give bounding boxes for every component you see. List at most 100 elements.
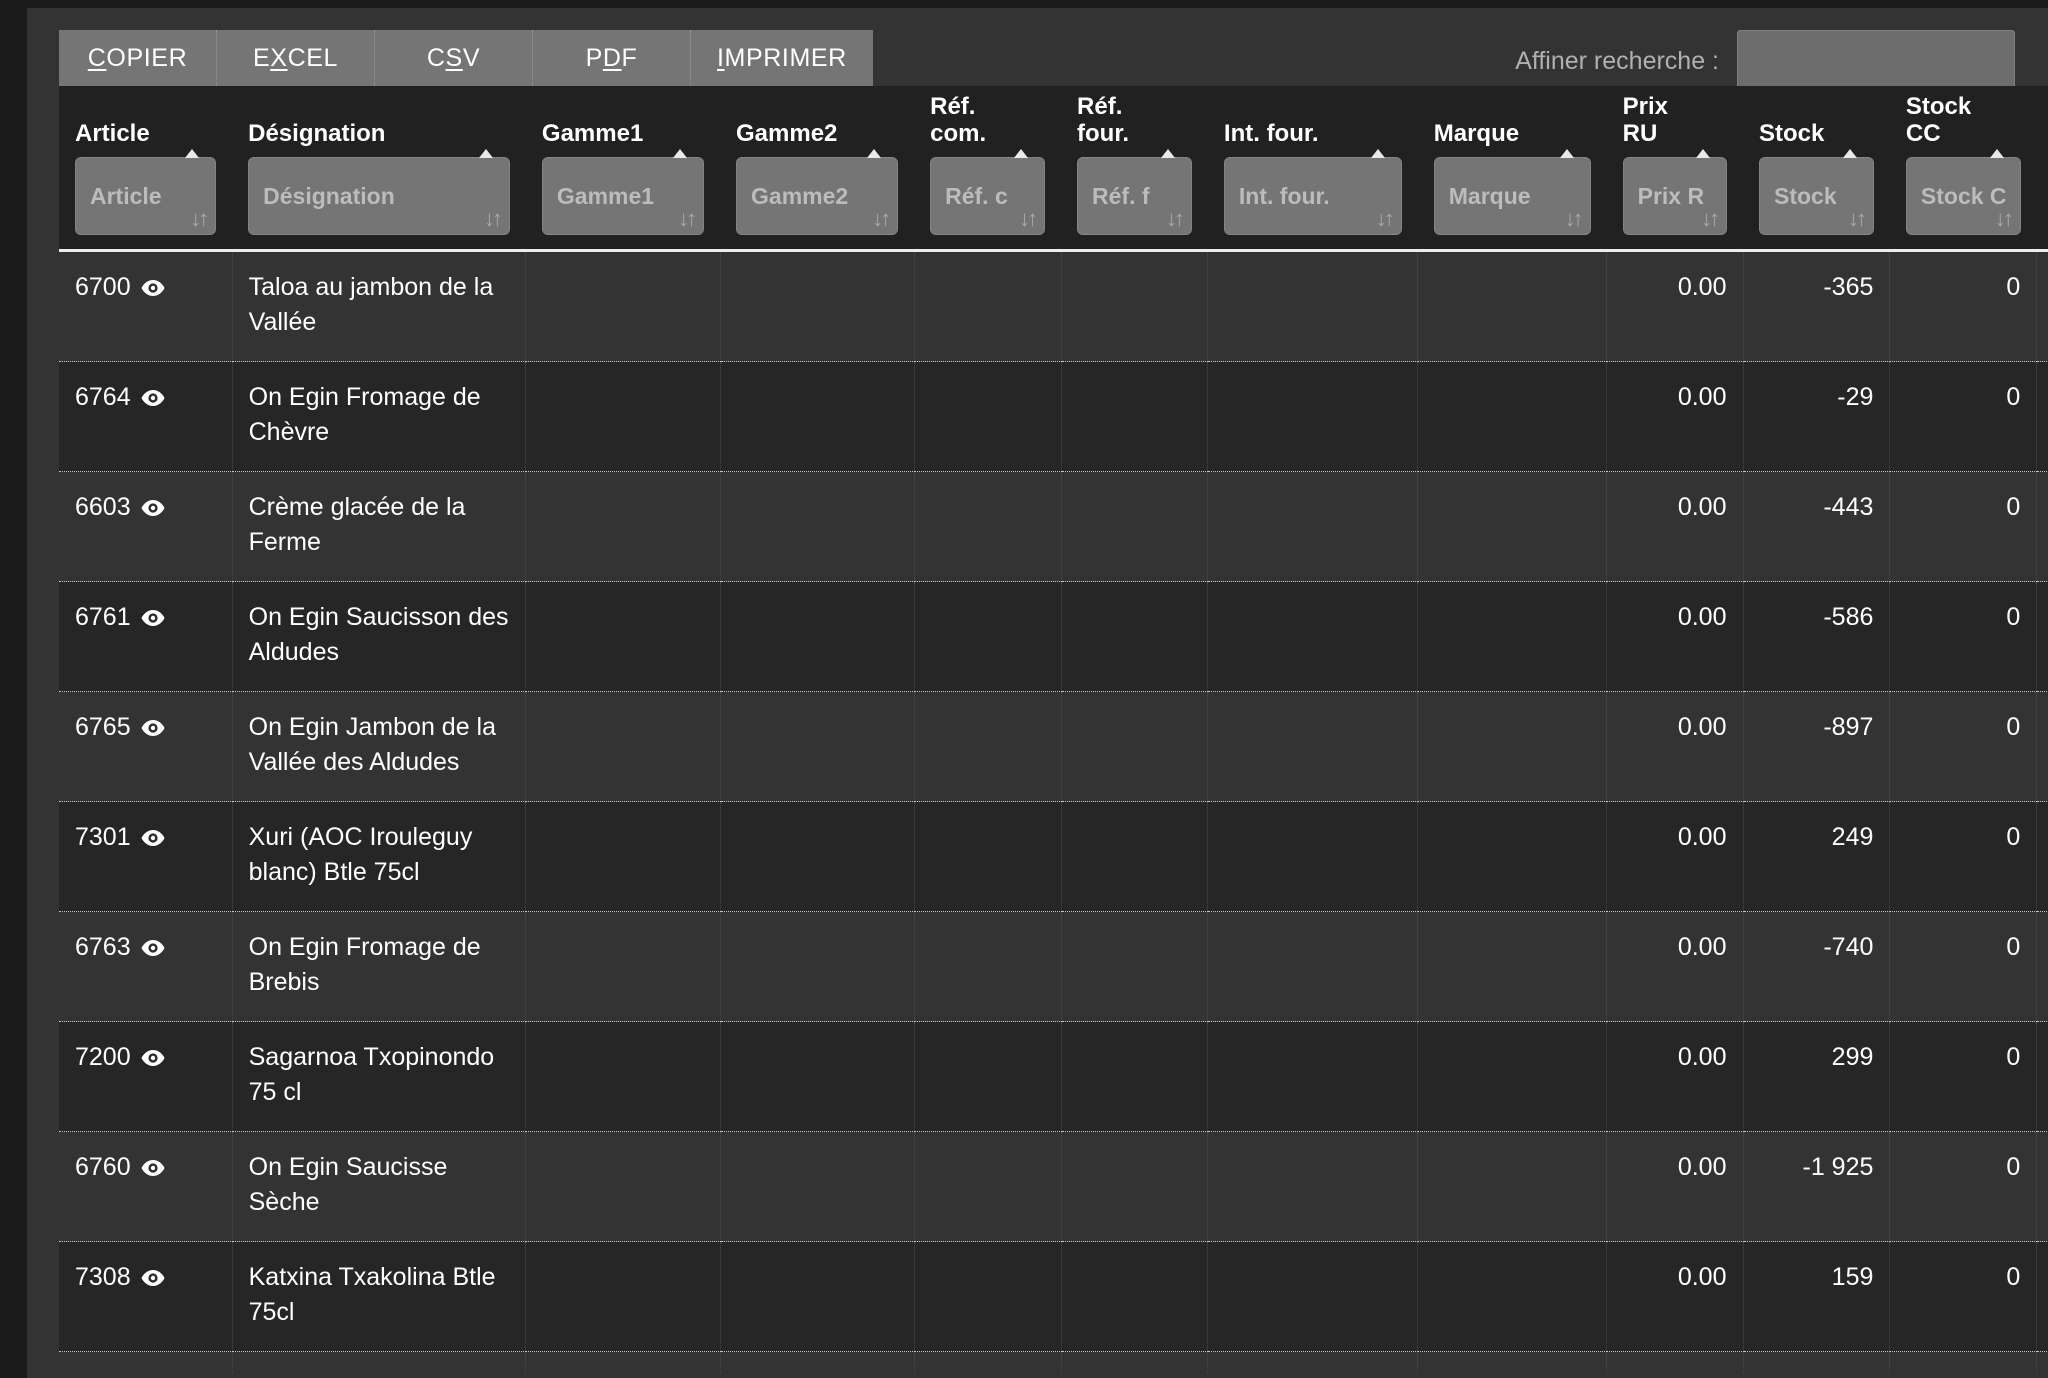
filter-notch-icon: [1989, 149, 2004, 158]
cell-stock_pl: [2036, 1021, 2048, 1132]
table-row[interactable]: 6765 On Egin Jambon de la Vallée des Aldu…: [59, 691, 2048, 802]
sort-updown-icon[interactable]: ↓↑: [1376, 208, 1395, 230]
filter-notch-icon: [867, 149, 882, 158]
column-filter-placeholder: Désignation: [263, 182, 395, 209]
column-filter-placeholder: Article: [90, 182, 162, 209]
column-header-stock[interactable]: Stock Stock ↓↑: [1743, 86, 1890, 252]
filter-notch-icon: [1559, 149, 1574, 158]
column-header-réf-com[interactable]: Réf. com. Réf. c ↓↑: [914, 86, 1062, 252]
cell-stock_pl: [2036, 801, 2048, 912]
cell-designation: On Egin Jambon de la Vallée des Aldudes: [232, 691, 527, 802]
cell-int_four: [1207, 1131, 1419, 1242]
eye-icon[interactable]: [140, 719, 166, 737]
cell-marque: [1417, 691, 1608, 802]
cell-stock_cc: 0: [1889, 1351, 2038, 1374]
column-filter-4[interactable]: Réf. c ↓↑: [930, 149, 1046, 235]
column-header-label: Désignation: [248, 120, 386, 148]
cell-stock: -1 925: [1743, 1131, 1891, 1242]
column-filter-placeholder: Gamme2: [751, 182, 849, 209]
column-filter-8[interactable]: Prix R ↓↑: [1622, 149, 1727, 235]
search-input[interactable]: [1737, 30, 2015, 92]
cell-designation: On Egin Fromage de Brebis: [232, 911, 527, 1022]
column-header-label: Gamme2: [736, 120, 838, 148]
column-filter-9[interactable]: Stock ↓↑: [1759, 149, 1874, 235]
eye-icon[interactable]: [140, 1049, 166, 1067]
cell-stock_cc: 0: [1889, 911, 2038, 1022]
eye-icon[interactable]: [140, 609, 166, 627]
column-header-désignation[interactable]: Désignation Désignation ↓↑: [232, 86, 526, 252]
cell-stock: -740: [1743, 911, 1891, 1022]
column-header-int-four[interactable]: Int. four. Int. four. ↓↑: [1207, 86, 1418, 252]
pdf-button[interactable]: PDF: [533, 30, 691, 86]
table-row[interactable]: 7308 Katxina Txakolina Btle 75cl 0.00 159 0: [59, 1241, 2048, 1352]
imprimer-button[interactable]: IMPRIMER: [691, 30, 873, 86]
column-header-gamme2[interactable]: Gamme2 Gamme2 ↓↑: [720, 86, 915, 252]
table-row[interactable]: 6603 Crème glacée de la Ferme 0.00 -443 0: [59, 471, 2048, 582]
eye-icon[interactable]: [140, 499, 166, 517]
column-filter-placeholder: Réf. f: [1092, 182, 1150, 209]
column-filter-10[interactable]: Stock C ↓↑: [1905, 149, 2021, 235]
cell-stock_pl: [2036, 691, 2048, 802]
eye-icon[interactable]: [140, 939, 166, 957]
sort-updown-icon[interactable]: ↓↑: [1565, 208, 1584, 230]
eye-icon[interactable]: [140, 279, 166, 297]
cell-stock_pl: [2036, 250, 2048, 362]
table-row[interactable]: 6763 On Egin Fromage de Brebis 0.00 -740 0: [59, 911, 2048, 1022]
column-header-réf-four[interactable]: Réf. four. Réf. f ↓↑: [1061, 86, 1208, 252]
eye-icon[interactable]: [140, 1159, 166, 1177]
cell-stock_cc: 0: [1889, 691, 2038, 802]
column-header-stock-cc[interactable]: Stock CC Stock C ↓↑: [1889, 86, 2037, 252]
column-filter-7[interactable]: Marque ↓↑: [1433, 149, 1591, 235]
sort-updown-icon[interactable]: ↓↑: [1701, 208, 1720, 230]
table-row[interactable]: 7301 Xuri (AOC Irouleguy blanc) Btle 75cl…: [59, 801, 2048, 912]
column-header-marque[interactable]: Marque Marque ↓↑: [1417, 86, 1607, 252]
eye-icon[interactable]: [140, 1269, 166, 1287]
table-row[interactable]: 7200 Sagarnoa Txopinondo 75 cl 0.00 299 0: [59, 1021, 2048, 1132]
table-row[interactable]: 6761 On Egin Saucisson des Aldudes 0.00 -58…: [59, 581, 2048, 692]
cell-ref_four: [1061, 911, 1209, 1022]
csv-button[interactable]: CSV: [375, 30, 533, 86]
column-filter-3[interactable]: Gamme2 ↓↑: [736, 149, 899, 235]
sort-updown-icon[interactable]: ↓↑: [1848, 208, 1867, 230]
table-row[interactable]: 6700 Taloa au jambon de la Vallée 0.00 -365…: [59, 250, 2048, 362]
sort-updown-icon[interactable]: ↓↑: [1995, 208, 2014, 230]
column-filter-5[interactable]: Réf. f ↓↑: [1077, 149, 1192, 235]
copier-button[interactable]: COPIER: [59, 30, 217, 86]
column-filter-0[interactable]: Article ↓↑: [75, 149, 217, 235]
column-header-prix-ru[interactable]: Prix RU Prix R ↓↑: [1606, 86, 1743, 252]
column-filter-2[interactable]: Gamme1 ↓↑: [541, 149, 705, 235]
excel-button[interactable]: EXCEL: [217, 30, 375, 86]
column-header-sto-pl[interactable]: Sto PLS↓↑: [2036, 86, 2048, 252]
cell-prix_ru: 0.00: [1606, 1351, 1744, 1374]
sort-updown-icon[interactable]: ↓↑: [484, 208, 503, 230]
column-header-article[interactable]: Article Article ↓↑: [59, 86, 233, 252]
cell-ref_com: [914, 1131, 1062, 1242]
table-row[interactable]: 6704 Taloa canard COMPTOIR COMMERCIAL 0.00-…: [59, 1351, 2048, 1374]
filter-notch-icon: [185, 149, 200, 158]
column-filter-1[interactable]: Désignation ↓↑: [248, 149, 510, 235]
sort-updown-icon[interactable]: ↓↑: [1019, 208, 1038, 230]
sort-updown-icon[interactable]: ↓↑: [678, 208, 697, 230]
article-number: 7200: [75, 1043, 131, 1071]
column-filter-6[interactable]: Int. four. ↓↑: [1223, 149, 1402, 235]
cell-stock_pl: [2036, 581, 2048, 692]
table-row[interactable]: 6764 On Egin Fromage de Chèvre 0.00 -29 0: [59, 361, 2048, 472]
eye-icon[interactable]: [140, 389, 166, 407]
cell-marque: [1417, 471, 1608, 582]
sort-updown-icon[interactable]: ↓↑: [872, 208, 891, 230]
eye-icon[interactable]: [140, 829, 166, 847]
column-filter-placeholder: Gamme1: [556, 182, 655, 209]
cell-marque: [1417, 361, 1608, 472]
sort-updown-icon[interactable]: ↓↑: [190, 208, 209, 230]
table-scroll-container[interactable]: Article Article ↓↑ Désignation Désignation ↓↑…: [27, 86, 2048, 1374]
cell-ref_four: [1061, 1131, 1209, 1242]
cell-stock: -365: [1743, 250, 1891, 362]
cell-stock: -586: [1743, 581, 1891, 692]
cell-ref_four: [1061, 1351, 1209, 1374]
cell-article: 6764: [59, 361, 233, 472]
cell-article: 6760: [59, 1131, 233, 1242]
cell-gamme2: [720, 801, 915, 912]
table-row[interactable]: 6760 On Egin Saucisse Sèche 0.00 -1 925 0: [59, 1131, 2048, 1242]
column-header-gamme1[interactable]: Gamme1 Gamme1 ↓↑: [525, 86, 721, 252]
sort-updown-icon[interactable]: ↓↑: [1166, 208, 1185, 230]
